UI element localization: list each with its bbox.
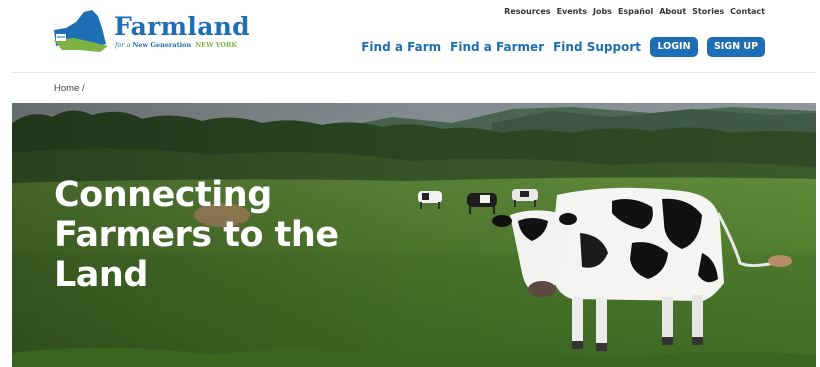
hero-heading: Connecting Farmers to the Land [54, 175, 414, 295]
logo-tagline: for a New Generation NEW YORK [115, 41, 237, 49]
main-nav: Find a Farm Find a Farmer Find Support L… [361, 37, 765, 57]
nav-find-farm[interactable]: Find a Farm [361, 40, 441, 54]
site-header: Farmland for a New Generation NEW YORK R… [0, 0, 820, 73]
logo-wordmark: Farmland [114, 12, 250, 41]
hero-heading-line1: Connecting [54, 175, 272, 215]
farmland-logo[interactable]: Farmland for a New Generation NEW YORK [52, 8, 250, 58]
hero-heading-line3: Land [54, 255, 148, 295]
tagline-state: NEW YORK [195, 41, 237, 49]
util-link-jobs[interactable]: Jobs [593, 7, 612, 16]
utility-nav: Resources Events Jobs Español About Stor… [504, 7, 765, 16]
header-divider [12, 72, 816, 73]
breadcrumb[interactable]: Home / [54, 83, 85, 94]
util-link-about[interactable]: About [659, 7, 686, 16]
new-york-map-icon [54, 10, 108, 52]
util-link-resources[interactable]: Resources [504, 7, 550, 16]
nav-find-farmer[interactable]: Find a Farmer [450, 40, 544, 54]
nav-find-support[interactable]: Find Support [553, 40, 641, 54]
util-link-contact[interactable]: Contact [730, 7, 765, 16]
util-link-espanol[interactable]: Español [618, 7, 653, 16]
hero-heading-line2: Farmers to the [54, 215, 339, 255]
util-link-events[interactable]: Events [557, 7, 587, 16]
signup-button[interactable]: SIGN UP [707, 37, 765, 57]
util-link-stories[interactable]: Stories [692, 7, 724, 16]
tagline-for: for a [115, 41, 131, 49]
tagline-generation: New Generation [132, 41, 192, 49]
hero-banner: Connecting Farmers to the Land [12, 103, 816, 367]
login-button[interactable]: LOGIN [650, 37, 698, 57]
